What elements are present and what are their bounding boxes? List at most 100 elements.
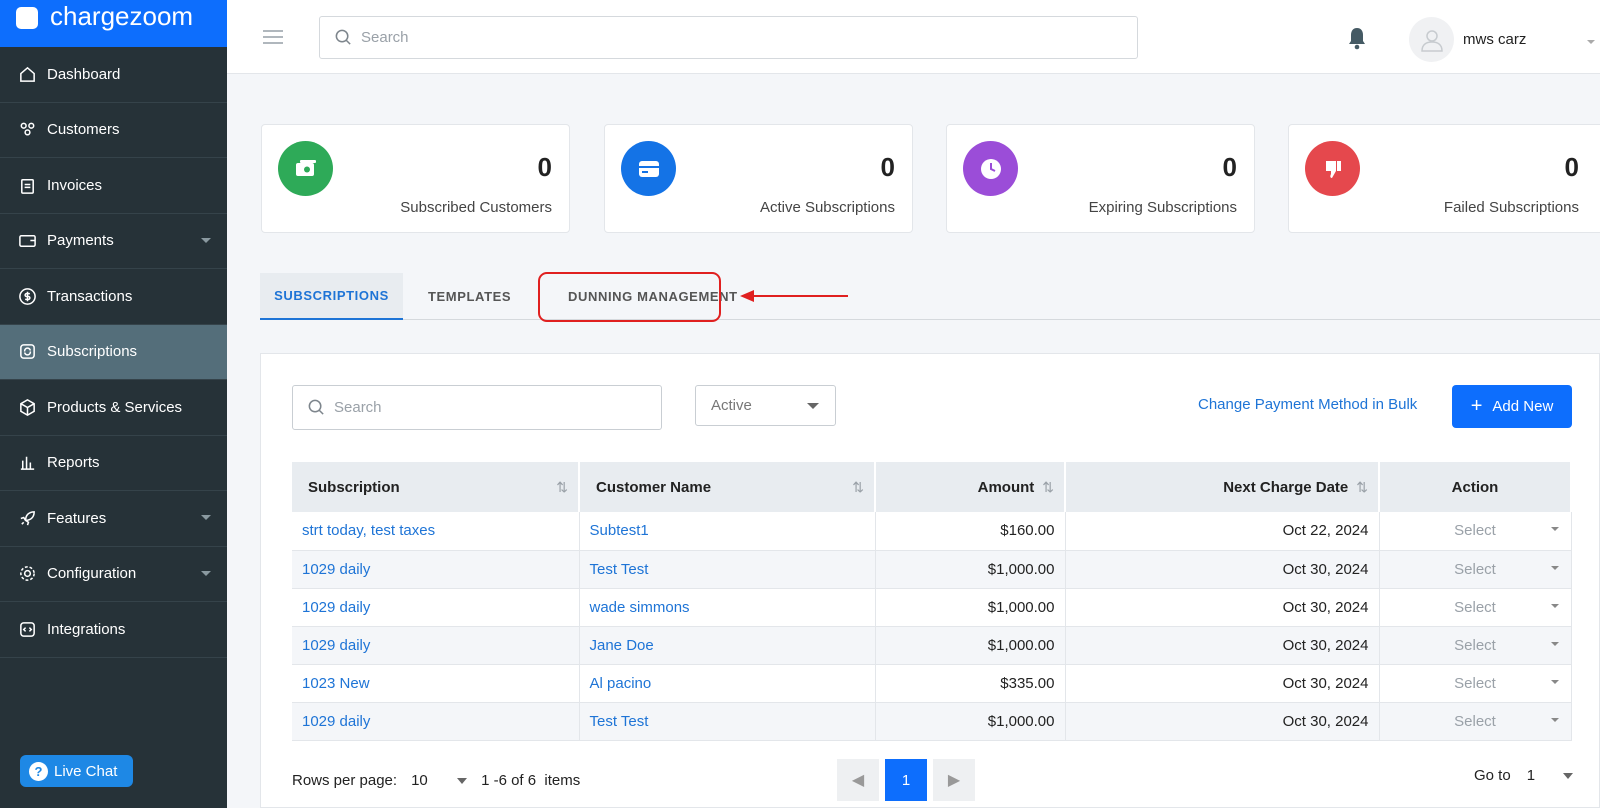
table-search-input[interactable]: Search — [292, 385, 662, 430]
sidebar: chargezoom Dashboard Customers Invoices … — [0, 0, 227, 808]
column-header-next-charge-date[interactable]: Next Charge Date ⇅ — [1065, 462, 1380, 512]
logo-mark-icon — [16, 6, 38, 29]
stat-card-active-subscriptions: 0 Active Subscriptions — [604, 124, 913, 233]
sidebar-item-label: Subscriptions — [47, 343, 138, 361]
items-range: 1 -6 of 6 items — [481, 772, 581, 789]
amount-cell: $1,000.00 — [875, 588, 1066, 627]
users-icon — [20, 122, 35, 136]
sidebar-item-configuration[interactable]: Configuration — [0, 547, 227, 602]
action-select[interactable]: Select — [1379, 588, 1572, 627]
sidebar-item-invoices[interactable]: Invoices — [0, 158, 227, 214]
date-cell: Oct 30, 2024 — [1065, 702, 1380, 741]
subscription-link[interactable]: strt today, test taxes — [302, 522, 435, 539]
sidebar-item-dashboard[interactable]: Dashboard — [0, 47, 227, 103]
customer-link[interactable]: Subtest1 — [590, 522, 649, 539]
change-payment-method-bulk-link[interactable]: Change Payment Method in Bulk — [1198, 396, 1417, 413]
pagination-info: Rows per page: 10 1 -6 of 6 items — [292, 772, 580, 789]
subscription-link[interactable]: 1029 daily — [302, 637, 370, 654]
hamburger-menu-icon[interactable] — [263, 30, 283, 48]
sort-icon[interactable]: ⇅ — [1042, 479, 1054, 495]
live-chat-label: Live Chat — [54, 762, 118, 780]
search-icon — [308, 399, 324, 415]
customer-link[interactable]: wade simmons — [590, 599, 690, 616]
page-navigation: ◀ 1 ▶ — [837, 759, 975, 801]
customer-link[interactable]: Jane Doe — [590, 637, 654, 654]
subscriptions-table: Subscription ⇅ Customer Name ⇅ Amount ⇅ Nex… — [292, 462, 1572, 741]
stat-value: 0 — [537, 152, 552, 182]
subscription-link[interactable]: 1029 daily — [302, 561, 370, 578]
sidebar-item-products-services[interactable]: Products & Services — [0, 380, 227, 436]
action-select[interactable]: Select — [1379, 550, 1572, 589]
sidebar-item-transactions[interactable]: Transactions — [0, 269, 227, 325]
global-search-placeholder: Search — [361, 29, 409, 46]
tab-templates[interactable]: TEMPLATES — [410, 273, 529, 320]
action-select[interactable]: Select — [1379, 512, 1572, 551]
customer-link[interactable]: Test Test — [590, 561, 649, 578]
avatar[interactable] — [1409, 17, 1454, 62]
sidebar-item-label: Invoices — [47, 176, 103, 194]
add-new-label: Add New — [1492, 398, 1554, 415]
chevron-down-icon — [1550, 565, 1559, 570]
sidebar-item-payments[interactable]: Payments — [0, 214, 227, 269]
wallet-icon — [19, 235, 36, 248]
chevron-down-icon — [201, 515, 211, 520]
prev-page-icon[interactable]: ◀ — [837, 759, 879, 801]
sort-icon[interactable]: ⇅ — [852, 479, 864, 496]
stat-label: Active Subscriptions — [759, 199, 895, 216]
amount-cell: $335.00 — [875, 664, 1066, 703]
page-button[interactable]: 1 — [885, 759, 927, 801]
sidebar-item-customers[interactable]: Customers — [0, 103, 227, 158]
subscription-link[interactable]: 1029 daily — [302, 599, 370, 616]
goto-page-select[interactable]: 1 — [1527, 767, 1573, 784]
subscription-link[interactable]: 1029 daily — [302, 713, 370, 730]
customer-link[interactable]: Test Test — [590, 713, 649, 730]
action-select-label: Select — [1454, 712, 1496, 730]
sidebar-item-reports[interactable]: Reports — [0, 436, 227, 491]
chevron-down-icon — [201, 237, 211, 243]
cash-icon — [278, 141, 333, 196]
user-icon — [1420, 29, 1443, 52]
sort-icon[interactable]: ⇅ — [556, 479, 568, 496]
user-name[interactable]: mws carz — [1463, 31, 1526, 48]
app-logo[interactable]: chargezoom — [0, 0, 227, 47]
chevron-down-icon — [201, 570, 211, 576]
amount-cell: $160.00 — [875, 512, 1066, 551]
rows-per-page-label: Rows per page: — [292, 772, 398, 789]
subscription-link[interactable]: 1023 New — [302, 675, 370, 692]
action-select[interactable]: Select — [1379, 664, 1572, 703]
rows-per-page-select[interactable]: 10 — [411, 772, 468, 789]
global-search-input[interactable]: Search — [319, 16, 1138, 59]
sidebar-item-features[interactable]: Features — [0, 491, 227, 547]
chevron-down-icon[interactable] — [1587, 40, 1595, 44]
chevron-down-icon — [1550, 641, 1559, 646]
column-header-amount[interactable]: Amount ⇅ — [875, 462, 1066, 512]
column-header-subscription[interactable]: Subscription ⇅ — [292, 462, 580, 512]
live-chat-button[interactable]: ? Live Chat — [20, 755, 133, 787]
sort-icon[interactable]: ⇅ — [1356, 479, 1368, 495]
gear-icon — [20, 566, 35, 582]
sidebar-item-subscriptions[interactable]: Subscriptions — [0, 324, 227, 380]
column-header-customer-name[interactable]: Customer Name ⇅ — [579, 462, 876, 512]
action-select-label: Select — [1454, 522, 1496, 540]
bell-icon[interactable] — [1347, 26, 1367, 50]
column-label: Customer Name — [596, 478, 712, 496]
top-bar: Search mws carz — [227, 0, 1600, 74]
table-row: 1029 daily Test Test $1,000.00 Oct 30, 2… — [292, 702, 1572, 741]
sidebar-item-label: Configuration — [47, 565, 137, 583]
table-row: 1023 New Al pacino $335.00 Oct 30, 2024 … — [292, 664, 1572, 703]
action-select[interactable]: Select — [1379, 626, 1572, 665]
add-new-button[interactable]: + Add New — [1452, 385, 1572, 428]
arrow-annotation — [740, 290, 848, 302]
table-search-placeholder: Search — [334, 399, 382, 416]
action-select[interactable]: Select — [1379, 702, 1572, 741]
table-row: 1029 daily Jane Doe $1,000.00 Oct 30, 20… — [292, 626, 1572, 665]
next-page-icon[interactable]: ▶ — [933, 759, 975, 801]
table-header-row: Subscription ⇅ Customer Name ⇅ Amount ⇅ Nex… — [292, 462, 1572, 512]
status-dropdown[interactable]: Active — [695, 385, 836, 426]
tab-subscriptions[interactable]: SUBSCRIPTIONS — [260, 273, 403, 320]
sidebar-item-integrations[interactable]: Integrations — [0, 602, 227, 658]
date-cell: Oct 30, 2024 — [1065, 626, 1380, 665]
goto-page: Go to 1 — [1474, 767, 1573, 784]
date-cell: Oct 30, 2024 — [1065, 588, 1380, 627]
customer-link[interactable]: Al pacino — [590, 675, 652, 692]
